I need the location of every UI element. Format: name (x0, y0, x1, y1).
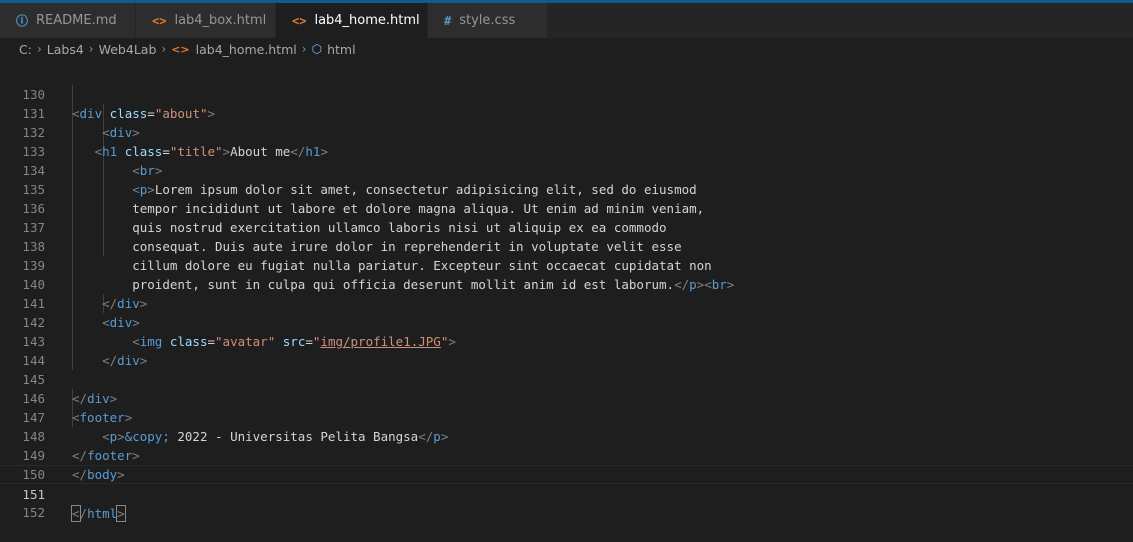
chevron-right-icon: › (36, 42, 42, 56)
code-line: 133 <br> (0, 123, 1133, 178)
breadcrumb-symbol-label: html (327, 41, 356, 57)
bracket-match: > (116, 505, 126, 522)
code-line: 131 <div> (0, 85, 1133, 140)
code-line: 134 <p>Lorem ipsum dolor sit amet, conse… (0, 142, 1133, 197)
breadcrumb-file[interactable]: <> lab4_home.html (171, 42, 297, 57)
code-line: 130 <div class="about"> (0, 66, 1133, 121)
code-line: 141 <div> (0, 275, 1133, 330)
info-icon: ⓘ (16, 14, 29, 28)
tab-label: README.md (36, 13, 117, 28)
tab-label: lab4_box.html (174, 13, 267, 28)
html-file-icon: <> (171, 42, 190, 56)
symbol-cube-icon: ⬡ (311, 42, 323, 56)
code-line: 140 </div> (0, 256, 1133, 311)
chevron-right-icon: › (161, 42, 167, 56)
code-line: 145 </div> (0, 351, 1133, 406)
tab-label: style.css (459, 13, 516, 28)
code-line: 139 proident, sunt in culpa qui officia … (0, 237, 1133, 292)
code-line: 132 <h1 class="title">About me</h1> (0, 104, 1133, 159)
chevron-right-icon: › (88, 42, 94, 56)
code-line: 135 tempor incididunt ut labore et dolor… (0, 161, 1133, 216)
breadcrumb-folder-labs4[interactable]: Labs4 (47, 42, 84, 57)
tab-label: lab4_home.html (314, 13, 420, 28)
tab-lab4-home[interactable]: <> lab4_home.html ✕ (276, 3, 445, 38)
line-number: 152 (22, 505, 45, 520)
code-line: 150 (0, 446, 1133, 482)
code-line: 137 consequat. Duis aute irure dolor in … (0, 199, 1133, 254)
breadcrumb-drive[interactable]: C: (19, 42, 32, 57)
code-line: 149 </body> (0, 427, 1133, 482)
tab-readme[interactable]: ⓘ README.md (0, 3, 136, 38)
code-line: 143 </div> (0, 313, 1133, 368)
code-line: 146 <footer> (0, 370, 1133, 425)
breadcrumb-folder-web4lab[interactable]: Web4Lab (99, 42, 157, 57)
code-editor[interactable]: 130 <div class="about"> 131 <div> 132 <h… (0, 60, 1133, 522)
breadcrumb: C: › Labs4 › Web4Lab › <> lab4_home.html… (0, 38, 1133, 60)
bracket-match: < (71, 505, 81, 522)
code-line: 147 <p>&copy; 2022 - Universitas Pelita … (0, 389, 1133, 444)
code-line-current: 151 </html> (0, 465, 1133, 522)
code-line: 148 </footer> (0, 408, 1133, 463)
code-line: 144 (0, 332, 1133, 368)
breadcrumb-file-label: lab4_home.html (195, 41, 297, 57)
tab-lab4-box[interactable]: <> lab4_box.html (136, 3, 276, 38)
css-file-icon: # (444, 13, 452, 28)
code-line: 152 (0, 484, 1133, 520)
chevron-right-icon: › (301, 42, 307, 56)
code-text: </html> (71, 505, 126, 522)
tab-bar: ⓘ README.md <> lab4_box.html <> lab4_hom… (0, 3, 1133, 38)
code-line: 142 <img class="avatar" src="img/profile… (0, 294, 1133, 349)
code-line: 138 cillum dolore eu fugiat nulla pariat… (0, 218, 1133, 273)
tab-style-css[interactable]: # style.css (428, 3, 548, 38)
html-file-icon: <> (152, 13, 167, 28)
code-line: 136 quis nostrud exercitation ullamco la… (0, 180, 1133, 235)
html-file-icon: <> (292, 13, 307, 28)
breadcrumb-symbol[interactable]: ⬡ html (312, 42, 356, 57)
